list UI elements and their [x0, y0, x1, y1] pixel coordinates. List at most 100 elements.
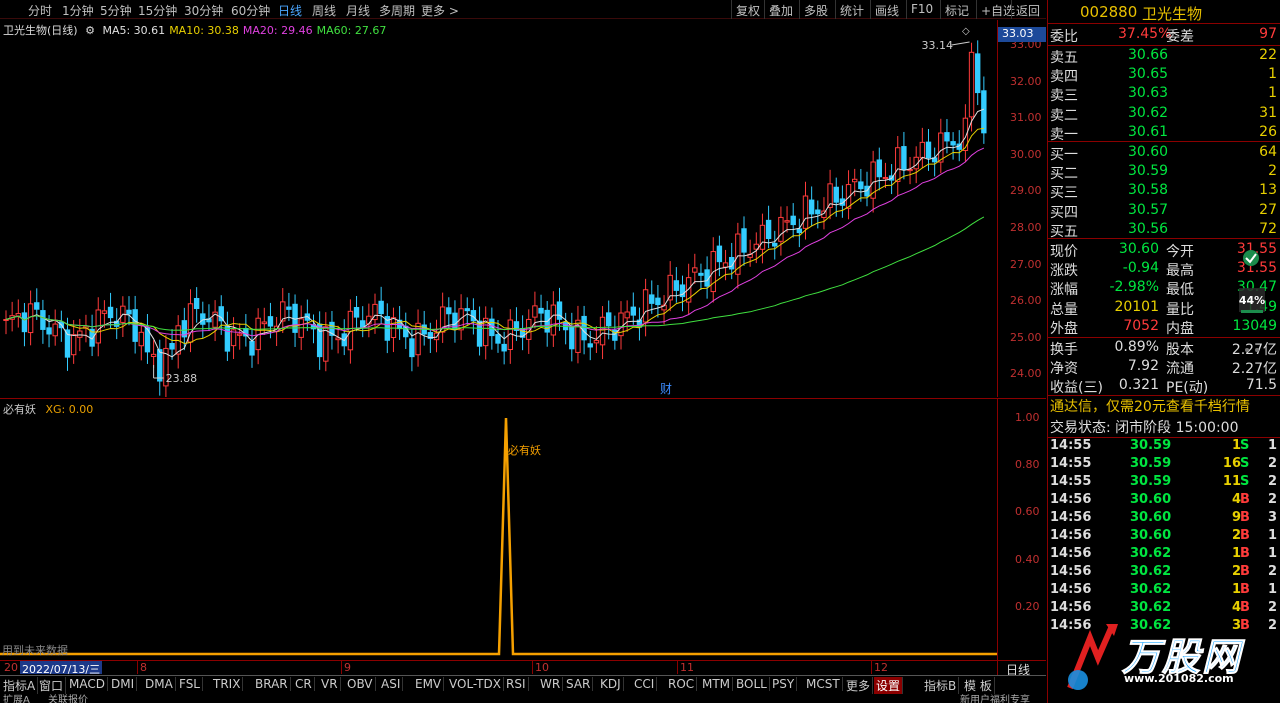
date-left-fragment: 20: [4, 661, 18, 674]
fund-value: 7.92: [1127, 358, 1159, 375]
tick-row: 14:56 30.62 2 B 2: [1048, 564, 1280, 582]
bid-row[interactable]: 买四 30.57 27: [1048, 201, 1280, 221]
bid-row[interactable]: 买二 30.59 2: [1048, 162, 1280, 182]
indicator-tab-13[interactable]: VOL-TDX: [447, 677, 504, 691]
indicator-tab-9[interactable]: VR: [319, 677, 341, 691]
indicator-tab-21[interactable]: BOLL: [734, 677, 770, 691]
indicator-tab-8[interactable]: CR: [293, 677, 315, 691]
candle-body: [655, 297, 661, 306]
indicator-tab-18[interactable]: CCI: [632, 677, 658, 691]
indicator-tab-11[interactable]: ASI: [379, 677, 404, 691]
toolbar-button-5[interactable]: F10: [906, 0, 937, 19]
period-tab-1[interactable]: 1分钟: [62, 2, 94, 19]
candle-body: [237, 333, 243, 336]
indicator-tab-5[interactable]: FSL: [177, 677, 203, 691]
month-label: 9: [344, 661, 351, 674]
indicator-tab-10[interactable]: OBV: [345, 677, 376, 691]
indicator-tab-3[interactable]: DMI: [109, 677, 138, 691]
toolbar-button-8[interactable]: 返回: [1011, 0, 1044, 19]
diamond-icon: ◇: [962, 26, 970, 37]
period-tab-2[interactable]: 5分钟: [100, 2, 132, 19]
indicator-tab-19[interactable]: ROC: [666, 677, 698, 691]
price-tick-label: 32.00: [1010, 74, 1042, 88]
period-tab-7[interactable]: 周线: [312, 2, 336, 19]
period-tab-4[interactable]: 30分钟: [184, 2, 223, 19]
period-tab-5[interactable]: 60分钟: [231, 2, 270, 19]
ask-row[interactable]: 卖三 30.63 1: [1048, 84, 1280, 105]
tick-time: 14:56: [1050, 546, 1092, 561]
candle-body: [741, 228, 747, 253]
tick-time: 14:55: [1050, 474, 1092, 489]
period-tab-9[interactable]: 多周期: [379, 2, 415, 19]
kline-chart-panel[interactable]: 卫光生物(日线) ⚙ MA5: 30.61 MA10: 30.38 MA20: 29…: [0, 20, 1046, 397]
finance-marker[interactable]: 财: [660, 382, 672, 396]
period-tab-0[interactable]: 分时: [28, 2, 52, 19]
ext-a-label[interactable]: 扩展A: [3, 691, 30, 703]
stat-label: 现价: [1050, 244, 1078, 260]
tick-count: 1: [1267, 438, 1277, 453]
toolbar-button-3[interactable]: 统计: [835, 0, 868, 19]
toolbar-button-1[interactable]: 叠加: [764, 0, 797, 19]
fund-value: 0.321: [1118, 377, 1159, 394]
level-volume: 26: [1259, 123, 1277, 140]
toolbar-button-0[interactable]: 复权: [731, 0, 764, 19]
candle-body: [815, 209, 821, 215]
toolbar-button-6[interactable]: 标记: [940, 0, 973, 19]
bid-row[interactable]: 买五 30.56 72: [1048, 220, 1280, 240]
candle-body: [569, 325, 575, 350]
candle-body: [882, 176, 889, 180]
bid-row[interactable]: 买一 30.60 64: [1048, 143, 1280, 163]
month-divider: [532, 661, 533, 674]
tick-row: 14:55 30.59 1 S 1: [1048, 438, 1280, 456]
indicator-panel[interactable]: 必有妖 XG: 0.00 必有妖 1.00 0.80 0.60 0.40 0.20 用到…: [0, 398, 1046, 661]
new-user-promo[interactable]: 新用户福利专享: [960, 691, 1030, 703]
level-volume: 13: [1259, 182, 1277, 199]
level-price: 30.58: [1128, 182, 1169, 199]
badge-bar: [1241, 310, 1263, 313]
fund-label: 换手: [1050, 342, 1078, 358]
indicator-tab-16[interactable]: SAR: [564, 677, 594, 691]
period-toolbar: 分时 1分钟 5分钟 15分钟 30分钟 60分钟 日线 周线 月线 多周期 更多 > 复权 叠加 多股统…: [0, 0, 1046, 19]
indicator-tab-15[interactable]: WR: [538, 677, 564, 691]
period-label[interactable]: 日线: [997, 661, 1046, 677]
indicator-tab-4[interactable]: DMA: [143, 677, 176, 691]
indicator-tab-17[interactable]: KDJ: [598, 677, 624, 691]
ask-row[interactable]: 卖五 30.66 22: [1048, 46, 1280, 66]
indicator-tab-7[interactable]: BRAR: [253, 677, 291, 691]
candle-body: [587, 343, 593, 348]
toolbar-button-4[interactable]: 画线: [870, 0, 903, 19]
ask-row[interactable]: 卖四 30.65 1: [1048, 65, 1280, 85]
month-divider: [677, 661, 678, 674]
ask-row[interactable]: 卖二 30.62 31: [1048, 104, 1280, 124]
tick-time: 14:56: [1050, 492, 1092, 507]
tick-side: B: [1240, 492, 1250, 507]
indicator-tab-14[interactable]: RSI: [504, 677, 529, 691]
related-quote-label[interactable]: 关联报价: [48, 691, 88, 703]
ask-row[interactable]: 卖一 30.61 26: [1048, 123, 1280, 143]
level2-notice[interactable]: 通达信，仅需20元查看千档行情: [1048, 396, 1280, 416]
indicator-tick-label: 1.00: [1015, 411, 1040, 424]
date-axis: 20 2022/07/13/三 日线 8 9 10 11 12: [0, 660, 1046, 677]
period-tab-3[interactable]: 15分钟: [138, 2, 177, 19]
toolbar-button-2[interactable]: 多股: [799, 0, 832, 19]
indicator-tab-22[interactable]: PSY: [770, 677, 798, 691]
tick-price: 30.60: [1130, 510, 1172, 525]
tick-row: 14:56 30.62 1 B 1: [1048, 582, 1280, 600]
bid-row[interactable]: 买三 30.58 13: [1048, 181, 1280, 201]
indicator-tab-23[interactable]: MCST: [804, 677, 843, 691]
fund-value: 0.89%: [1114, 339, 1159, 355]
period-tab-8[interactable]: 月线: [346, 2, 370, 19]
date-cursor: 2022/07/13/三: [20, 661, 103, 676]
candle-body: [138, 331, 145, 347]
indicator-tab-2[interactable]: MACD: [67, 677, 108, 691]
period-tab-10[interactable]: 更多 >: [421, 2, 459, 19]
tick-row: 14:56 30.60 9 B 3: [1048, 510, 1280, 528]
stat-label: 最高: [1166, 263, 1194, 280]
price-tick-label: 26.00: [1010, 294, 1042, 308]
level-label: 卖三: [1050, 88, 1078, 105]
indicator-tab-12[interactable]: EMV: [413, 677, 445, 691]
period-tab-6[interactable]: 日线: [278, 2, 302, 19]
indicator-tab-20[interactable]: MTM: [700, 677, 734, 691]
indicator-tab-6[interactable]: TRIX: [211, 677, 244, 691]
candle-body: [925, 141, 932, 159]
